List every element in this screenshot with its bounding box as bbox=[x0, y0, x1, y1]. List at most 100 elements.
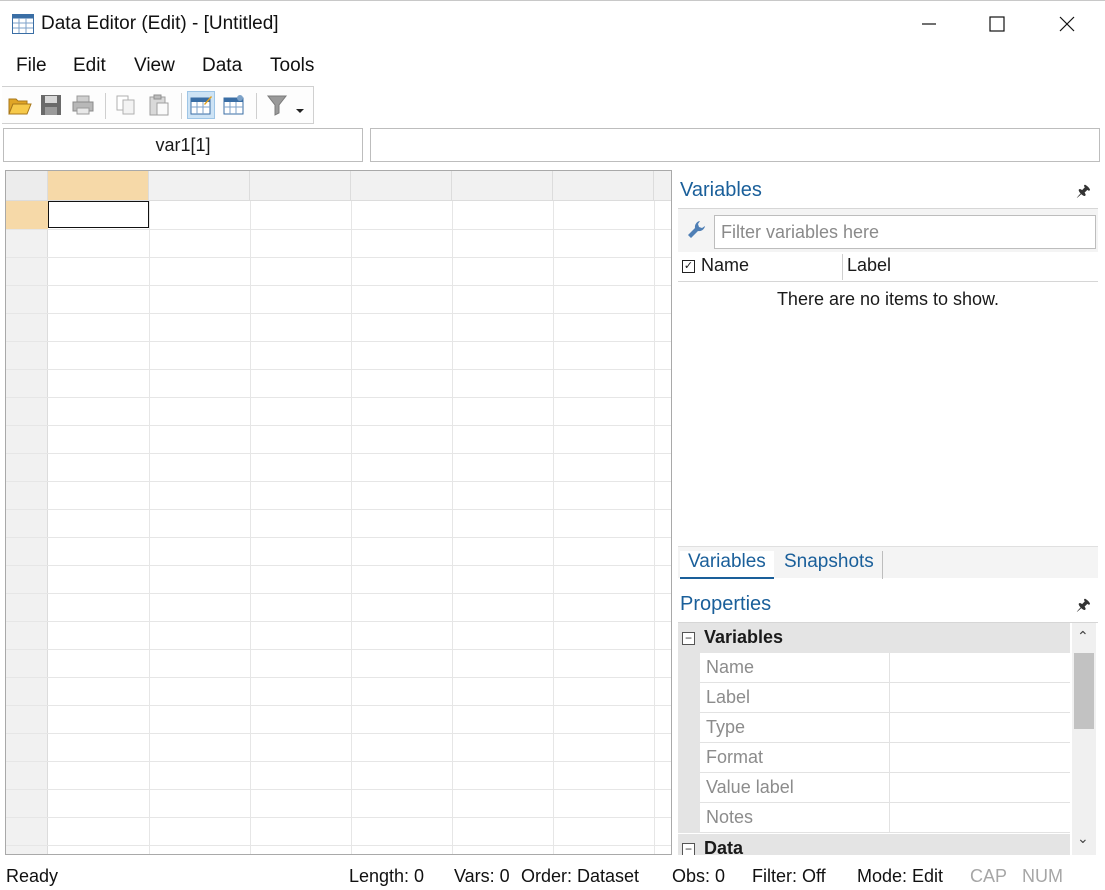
data-editor-browse-button[interactable] bbox=[187, 91, 215, 119]
data-editor-browse-icon bbox=[190, 96, 212, 115]
properties-scrollbar[interactable]: ⌃ ⌄ bbox=[1072, 623, 1096, 855]
variables-filter-row bbox=[678, 208, 1098, 252]
grid-hline bbox=[6, 705, 671, 706]
grid-hline bbox=[6, 537, 671, 538]
property-row[interactable]: Label bbox=[700, 683, 1070, 713]
grid-hline bbox=[6, 369, 671, 370]
grid-hline bbox=[6, 621, 671, 622]
grid-hline bbox=[6, 285, 671, 286]
toolbar-separator bbox=[256, 93, 257, 119]
active-cell[interactable] bbox=[48, 201, 149, 228]
grid-hline bbox=[6, 313, 671, 314]
grid-hline bbox=[6, 397, 671, 398]
menu-edit[interactable]: Edit bbox=[73, 55, 106, 77]
column-header[interactable] bbox=[654, 171, 671, 201]
column-header[interactable] bbox=[351, 171, 452, 201]
properties-panel-title: Properties bbox=[680, 593, 772, 615]
properties-margin bbox=[678, 653, 700, 833]
grid-hline bbox=[6, 229, 671, 230]
menu-data[interactable]: Data bbox=[202, 55, 242, 77]
data-grid[interactable] bbox=[5, 170, 672, 855]
copy-icon bbox=[116, 95, 135, 115]
row-header-column[interactable] bbox=[6, 201, 48, 854]
grid-hline bbox=[6, 649, 671, 650]
window-title: Data Editor (Edit) - [Untitled] bbox=[41, 13, 279, 34]
grid-hline bbox=[6, 425, 671, 426]
grid-hline bbox=[6, 509, 671, 510]
collapse-icon[interactable]: − bbox=[682, 843, 695, 855]
status-ready: Ready bbox=[6, 866, 59, 886]
close-icon bbox=[1059, 16, 1075, 32]
properties-category-variables[interactable]: − Variables bbox=[678, 623, 1070, 653]
grid-corner[interactable] bbox=[6, 171, 48, 201]
grid-hline bbox=[6, 593, 671, 594]
collapse-icon[interactable]: − bbox=[682, 632, 695, 645]
status-obs: Obs: 0 bbox=[672, 866, 726, 886]
property-row[interactable]: Type bbox=[700, 713, 1070, 743]
variables-panel-title: Variables bbox=[680, 179, 762, 201]
status-bar: Ready Length: 0 Vars: 0 Order: Dataset O… bbox=[0, 858, 1105, 890]
row-header-selected[interactable] bbox=[6, 201, 48, 229]
minimize-button[interactable] bbox=[898, 1, 960, 47]
paste-icon bbox=[149, 94, 169, 116]
property-row[interactable]: Notes bbox=[700, 803, 1070, 833]
save-icon bbox=[41, 95, 61, 115]
properties-category-data[interactable]: − Data bbox=[678, 834, 1070, 855]
grid-vline bbox=[553, 201, 554, 854]
grid-vline bbox=[654, 201, 655, 854]
menu-file[interactable]: File bbox=[16, 55, 47, 77]
column-header[interactable] bbox=[452, 171, 553, 201]
property-row[interactable]: Name bbox=[700, 653, 1070, 683]
copy-button[interactable] bbox=[112, 91, 140, 119]
toolbar-separator bbox=[181, 93, 182, 119]
title-bar: Data Editor (Edit) - [Untitled] bbox=[0, 0, 1105, 46]
properties-grid: − Variables Name Label Type Format Value… bbox=[678, 622, 1098, 855]
right-panel: Variables 🖈 ✓ Name Label There are no it… bbox=[676, 170, 1100, 855]
column-header[interactable] bbox=[553, 171, 654, 201]
data-editor-app-icon bbox=[12, 14, 34, 34]
select-all-checkbox[interactable]: ✓ bbox=[682, 260, 695, 273]
cell-value-input[interactable] bbox=[370, 128, 1100, 162]
property-row[interactable]: Value label bbox=[700, 773, 1070, 803]
property-row[interactable]: Format bbox=[700, 743, 1070, 773]
pin-icon[interactable]: 🖈 bbox=[1076, 594, 1091, 621]
save-button[interactable] bbox=[37, 91, 65, 119]
status-vars: Vars: 0 bbox=[454, 866, 510, 886]
status-cap: CAP bbox=[970, 866, 1008, 886]
filter-variables-input[interactable] bbox=[714, 215, 1096, 249]
cell-name-box: var1[1] bbox=[3, 128, 363, 162]
grid-vline bbox=[351, 201, 352, 854]
filter-dropdown-button[interactable] bbox=[262, 91, 308, 119]
column-header-name[interactable]: Name bbox=[701, 255, 749, 276]
header-divider[interactable] bbox=[842, 254, 843, 280]
open-button[interactable] bbox=[6, 91, 34, 119]
status-num: NUM bbox=[1022, 866, 1063, 886]
variables-manager-button[interactable] bbox=[220, 91, 248, 119]
grid-hline bbox=[6, 761, 671, 762]
menu-view[interactable]: View bbox=[134, 55, 175, 77]
panel-tabs: Variables Snapshots bbox=[678, 546, 1098, 579]
tab-variables[interactable]: Variables bbox=[680, 551, 774, 579]
scroll-up-icon[interactable]: ⌃ bbox=[1077, 628, 1089, 645]
column-header[interactable] bbox=[149, 171, 250, 201]
open-icon bbox=[8, 98, 32, 115]
close-button[interactable] bbox=[1036, 1, 1098, 47]
tab-snapshots[interactable]: Snapshots bbox=[776, 551, 883, 579]
menu-bar: File Edit View Data Tools bbox=[0, 50, 1105, 82]
empty-list-message: There are no items to show. bbox=[776, 289, 1000, 309]
toolbar bbox=[2, 86, 314, 124]
grid-hline bbox=[6, 677, 671, 678]
menu-tools[interactable]: Tools bbox=[270, 55, 314, 77]
maximize-icon bbox=[989, 16, 1005, 32]
column-header-label[interactable]: Label bbox=[847, 255, 891, 276]
column-header[interactable] bbox=[48, 171, 149, 201]
grid-hline bbox=[6, 341, 671, 342]
paste-button[interactable] bbox=[145, 91, 173, 119]
grid-hline bbox=[6, 789, 671, 790]
scrollbar-thumb[interactable] bbox=[1074, 653, 1094, 729]
scroll-down-icon[interactable]: ⌄ bbox=[1077, 830, 1089, 847]
print-button[interactable] bbox=[69, 91, 97, 119]
pin-icon[interactable]: 🖈 bbox=[1076, 180, 1091, 207]
column-header[interactable] bbox=[250, 171, 351, 201]
maximize-button[interactable] bbox=[966, 1, 1028, 47]
